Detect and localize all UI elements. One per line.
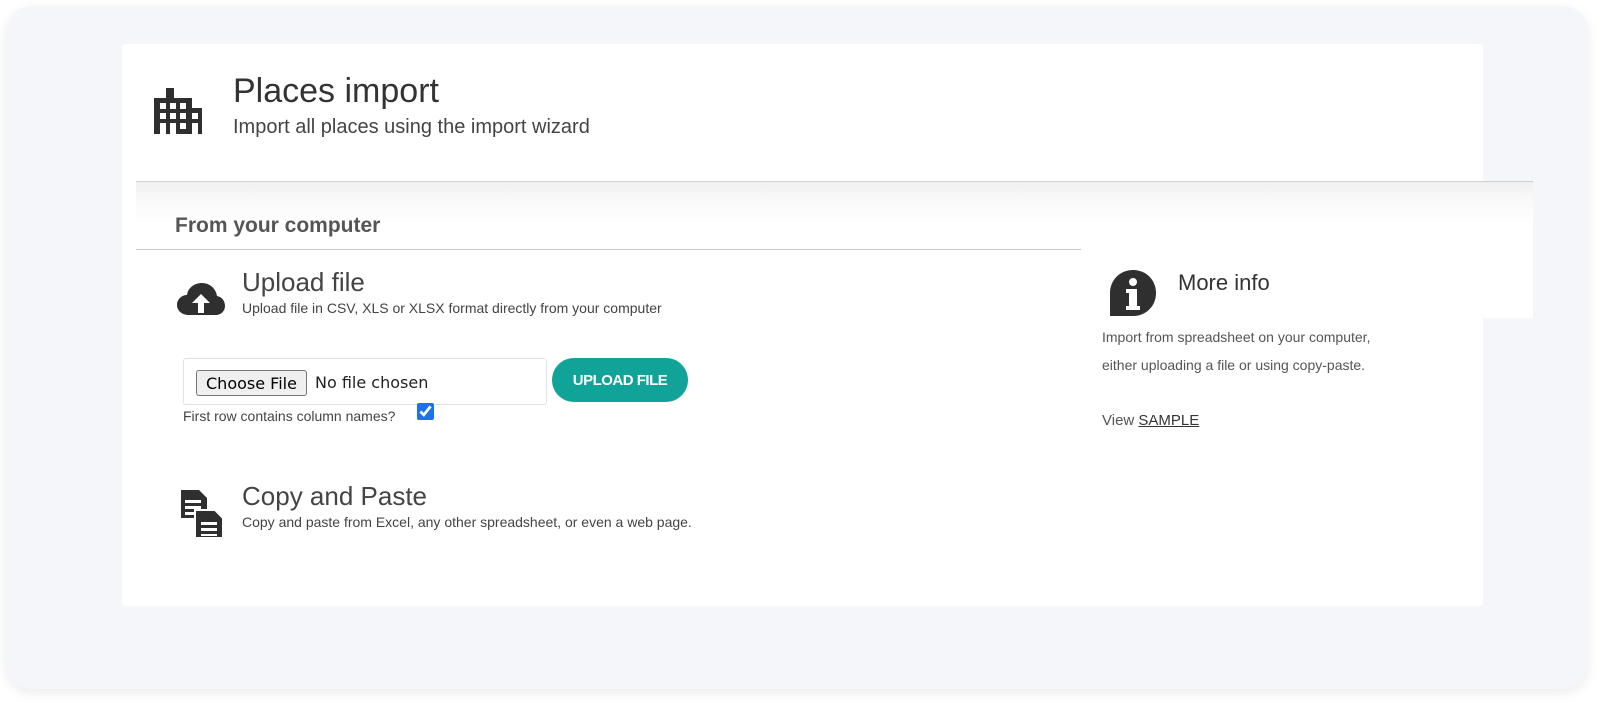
first-row-label: First row contains column names? <box>183 408 396 424</box>
upload-file-title: Upload file <box>242 267 365 297</box>
page-frame: Places import Import all places using th… <box>6 6 1588 689</box>
copy-paste-title[interactable]: Copy and Paste <box>242 481 427 512</box>
upload-file-button[interactable]: UPLOAD FILE <box>552 358 688 402</box>
copy-paste-icon <box>181 490 224 539</box>
no-file-chosen-text: No file chosen <box>315 373 429 392</box>
file-input[interactable]: Choose File No file chosen <box>183 358 547 405</box>
section-title: From your computer <box>175 214 381 237</box>
upload-file-description: Upload file in CSV, XLS or XLSX format d… <box>242 300 662 316</box>
cloud-upload-icon <box>177 283 225 315</box>
more-info-title: More info <box>1178 270 1270 295</box>
view-sample: View SAMPLE <box>1102 412 1199 429</box>
page-title: Places import <box>233 72 439 110</box>
more-info-text-line2: either uploading a file or using copy-pa… <box>1102 357 1366 373</box>
section-divider <box>136 249 1081 250</box>
page-subtitle: Import all places using the import wizar… <box>233 116 590 138</box>
copy-paste-description: Copy and paste from Excel, any other spr… <box>242 514 692 530</box>
import-card: Places import Import all places using th… <box>122 44 1533 606</box>
more-info-text-line1: Import from spreadsheet on your computer… <box>1102 329 1371 345</box>
first-row-checkbox[interactable] <box>417 403 434 420</box>
building-icon <box>154 88 202 134</box>
choose-file-button[interactable]: Choose File <box>196 370 307 396</box>
sample-link[interactable]: SAMPLE <box>1138 412 1199 429</box>
info-icon <box>1110 270 1156 316</box>
view-label: View <box>1102 412 1135 429</box>
